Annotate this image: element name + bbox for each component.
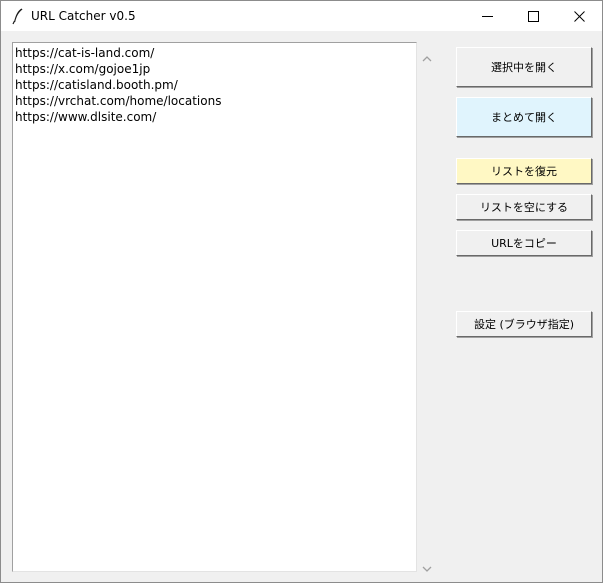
minimize-icon: [481, 7, 493, 26]
close-button[interactable]: [556, 1, 602, 31]
scroll-up-arrow-icon[interactable]: [422, 48, 432, 62]
maximize-button[interactable]: [510, 1, 556, 31]
list-item[interactable]: https://www.dlsite.com/: [15, 109, 156, 125]
open-all-button[interactable]: まとめて開く: [456, 97, 592, 137]
maximize-icon: [527, 7, 539, 26]
open-selected-button[interactable]: 選択中を開く: [456, 47, 592, 87]
copy-url-button[interactable]: URLをコピー: [456, 230, 592, 256]
settings-button[interactable]: 設定 (ブラウザ指定): [456, 311, 592, 337]
title-bar[interactable]: URL Catcher v0.5: [1, 1, 602, 31]
close-icon: [573, 7, 585, 26]
scroll-down-arrow-icon[interactable]: [422, 558, 432, 572]
minimize-button[interactable]: [464, 1, 510, 31]
list-item[interactable]: https://cat-is-land.com/: [15, 45, 154, 61]
restore-list-button[interactable]: リストを復元: [456, 158, 592, 184]
app-window: URL Catcher v0.5 https://cat-is-land.com…: [0, 0, 603, 583]
list-item[interactable]: https://x.com/gojoe1jp: [15, 61, 150, 77]
window-title: URL Catcher v0.5: [31, 9, 136, 23]
list-item[interactable]: https://vrchat.com/home/locations: [15, 93, 221, 109]
feather-icon: [9, 7, 27, 25]
url-listbox[interactable]: https://cat-is-land.com/ https://x.com/g…: [12, 42, 417, 572]
clear-list-button[interactable]: リストを空にする: [456, 194, 592, 220]
vertical-scrollbar[interactable]: [418, 42, 437, 572]
list-item[interactable]: https://catisland.booth.pm/: [15, 77, 178, 93]
